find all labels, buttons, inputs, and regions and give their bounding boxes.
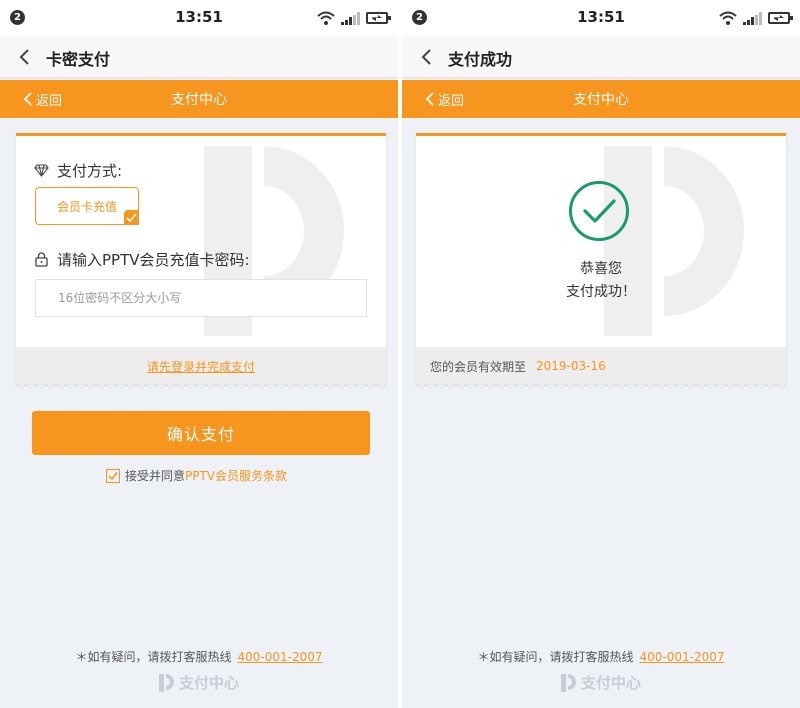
brand-footer: 支付中心 bbox=[0, 672, 398, 693]
payment-success-screen: 2 13:51 支付成功 返回 支付中心 恭喜您 支付成功！ 您的会员有效期至 … bbox=[402, 0, 800, 708]
battery-icon bbox=[366, 12, 391, 24]
hotline-row: ＊如有疑问，请拨打客服热线 400-001-2007 bbox=[402, 648, 800, 665]
hotline-number[interactable]: 400-001-2007 bbox=[238, 650, 323, 664]
battery-icon bbox=[768, 12, 793, 24]
page-title: 卡密支付 bbox=[46, 50, 111, 69]
expire-label: 您的会员有效期至 bbox=[430, 359, 527, 374]
agree-checkbox[interactable] bbox=[106, 468, 120, 483]
hotline-number[interactable]: 400-001-2007 bbox=[640, 650, 725, 664]
signal-icon bbox=[743, 11, 762, 25]
card-payment-screen: 2 13:51 卡密支付 返回 支付中心 支付方式: 会员卡充值 请输入PPTV… bbox=[0, 0, 398, 708]
title-bar: 卡密支付 bbox=[0, 36, 398, 78]
back-arrow-icon[interactable] bbox=[16, 48, 34, 66]
agree-prefix: 接受并同意 bbox=[125, 469, 186, 483]
status-bar: 2 13:51 bbox=[0, 0, 398, 36]
hotline-label: ＊如有疑问，请拨打客服热线 bbox=[477, 650, 634, 664]
lock-icon bbox=[35, 252, 48, 267]
status-bar: 2 13:51 bbox=[402, 0, 800, 36]
page-title: 支付成功 bbox=[448, 50, 513, 69]
card-password-input[interactable] bbox=[35, 279, 367, 317]
hotline-row: ＊如有疑问，请拨打客服热线 400-001-2007 bbox=[0, 648, 398, 665]
nav-title: 支付中心 bbox=[171, 92, 227, 108]
diamond-icon bbox=[34, 164, 49, 177]
wifi-icon bbox=[719, 11, 737, 25]
agreement-row: 接受并同意PPTV会员服务条款 bbox=[106, 467, 287, 484]
payment-center-nav: 返回 支付中心 bbox=[402, 80, 800, 118]
card-zigzag-edge bbox=[16, 384, 386, 390]
payment-method-label: 支付方式: bbox=[57, 162, 123, 180]
signal-icon bbox=[341, 11, 360, 25]
nav-title: 支付中心 bbox=[573, 92, 629, 108]
payment-card: 支付方式: 会员卡充值 请输入PPTV会员充值卡密码: 请先登录并完成支付 bbox=[16, 133, 386, 385]
payment-method-row: 支付方式: bbox=[34, 160, 122, 181]
card-footer: 请先登录并完成支付 bbox=[16, 347, 386, 385]
title-bar: 支付成功 bbox=[402, 36, 800, 78]
brand-text: 支付中心 bbox=[178, 674, 239, 692]
brand-footer: 支付中心 bbox=[402, 672, 800, 693]
expire-date: 2019-03-16 bbox=[536, 359, 606, 373]
pptv-logo-icon bbox=[158, 673, 174, 692]
hotline-label: ＊如有疑问，请拨打客服热线 bbox=[75, 650, 232, 664]
check-icon bbox=[126, 213, 137, 223]
status-icons bbox=[719, 10, 793, 26]
confirm-pay-button[interactable]: 确认支付 bbox=[32, 411, 370, 455]
login-link[interactable]: 请先登录并完成支付 bbox=[16, 358, 386, 375]
back-arrow-icon[interactable] bbox=[418, 48, 436, 66]
card-zigzag-edge bbox=[416, 384, 786, 390]
payment-center-nav: 返回 支付中心 bbox=[0, 80, 398, 118]
check-icon bbox=[108, 471, 118, 480]
selected-check bbox=[124, 210, 139, 225]
terms-link[interactable]: PPTV会员服务条款 bbox=[185, 469, 287, 483]
pptv-logo-icon bbox=[560, 673, 576, 692]
success-text: 支付成功！ bbox=[566, 284, 636, 300]
brand-text: 支付中心 bbox=[580, 674, 641, 692]
card-footer: 您的会员有效期至 2019-03-16 bbox=[416, 347, 786, 385]
password-row: 请输入PPTV会员充值卡密码: bbox=[34, 249, 250, 270]
member-card-recharge-option[interactable]: 会员卡充值 bbox=[35, 187, 139, 225]
success-check-icon bbox=[569, 181, 629, 241]
wifi-icon bbox=[317, 11, 335, 25]
method-option-label: 会员卡充值 bbox=[56, 199, 117, 214]
status-icons bbox=[317, 10, 391, 26]
congrats-text: 恭喜您 bbox=[580, 261, 622, 277]
password-label: 请输入PPTV会员充值卡密码: bbox=[57, 251, 250, 269]
success-card: 恭喜您 支付成功！ 您的会员有效期至 2019-03-16 bbox=[416, 133, 786, 385]
